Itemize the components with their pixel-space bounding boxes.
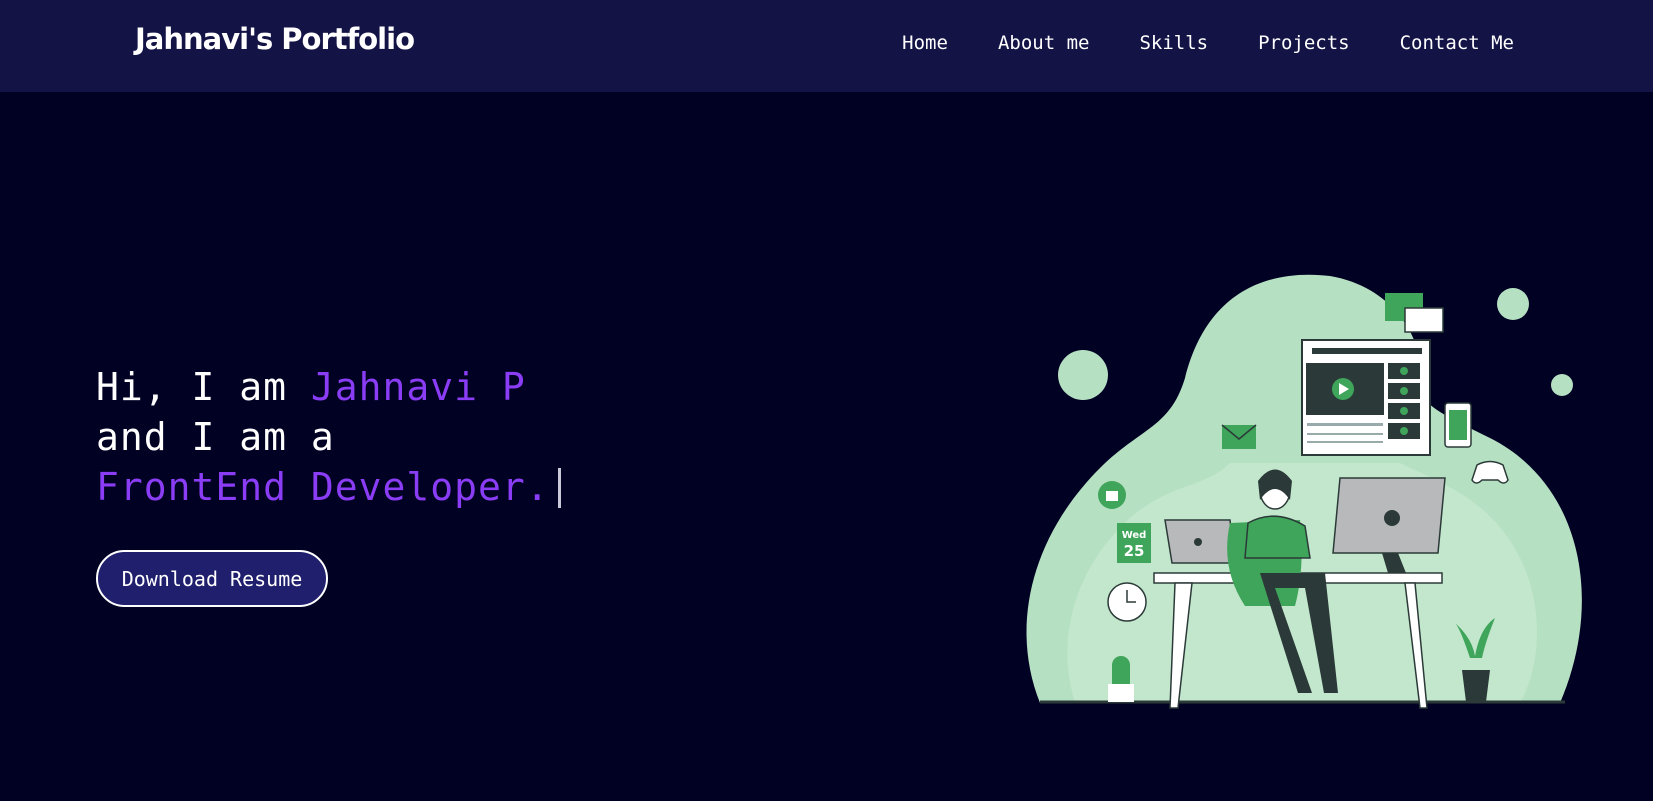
hero-heading: Hi, I am Jahnavi P and I am a FrontEnd D… [96, 362, 561, 512]
nav-link-contact[interactable]: Contact Me [1400, 32, 1514, 54]
hero-line-1: Hi, I am Jahnavi P [96, 362, 561, 412]
hero-line-2: and I am a [96, 415, 335, 459]
brand-title[interactable]: Jahnavi's Portfolio [135, 22, 415, 56]
deco-circle [1551, 374, 1573, 396]
gamepad-icon [1471, 460, 1509, 484]
deco-circle [1058, 350, 1108, 400]
hero-name: Jahnavi P [310, 365, 526, 409]
calendar-icon: Wed 25 [1117, 523, 1151, 563]
phone-icon [1444, 402, 1472, 448]
nav-link-skills[interactable]: Skills [1139, 32, 1208, 54]
navbar: Jahnavi's Portfolio Home About me Skills… [0, 0, 1653, 92]
deco-circle [1497, 288, 1529, 320]
hero-role: FrontEnd Developer. [96, 465, 550, 509]
hero-greeting: Hi, I am [96, 365, 311, 409]
calendar-date: 25 [1124, 542, 1145, 560]
nav-menu: Home About me Skills Projects Contact Me [902, 32, 1514, 54]
nav-link-home[interactable]: Home [902, 32, 948, 54]
hero-illustration: Wed 25 [1026, 274, 1582, 709]
calendar-day: Wed [1122, 530, 1147, 541]
clock-icon [1107, 582, 1147, 622]
video-window [1301, 339, 1431, 456]
mail-icon [1221, 424, 1257, 449]
thumbs-up-icon [1098, 481, 1126, 509]
download-resume-button[interactable]: Download Resume [96, 550, 328, 607]
hero-line-3: FrontEnd Developer. [96, 462, 561, 512]
laptop [1164, 519, 1236, 564]
nav-link-about[interactable]: About me [998, 32, 1090, 54]
nav-link-projects[interactable]: Projects [1258, 32, 1350, 54]
typing-caret [557, 468, 561, 508]
